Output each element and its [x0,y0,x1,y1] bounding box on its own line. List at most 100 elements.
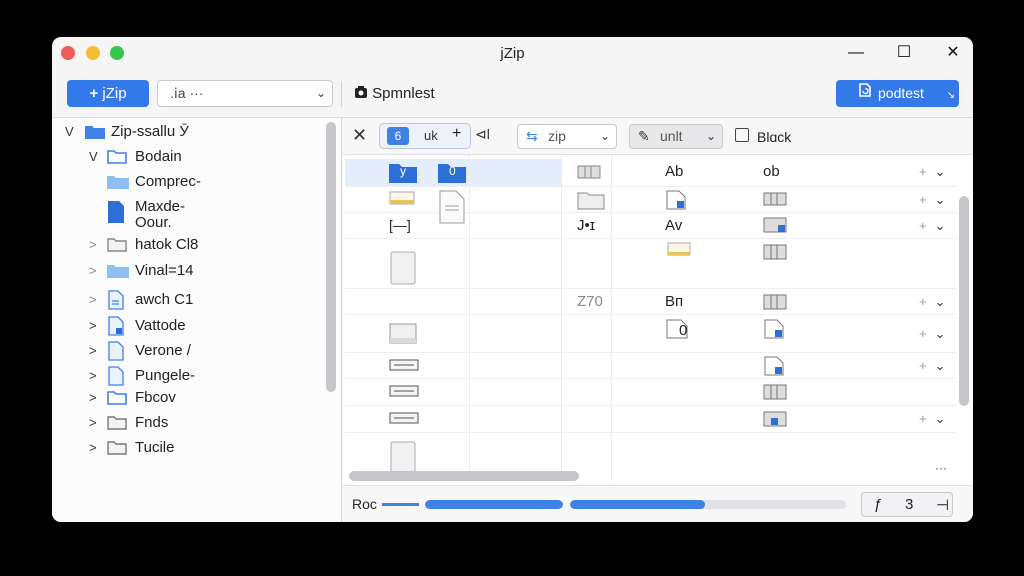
unit-dropdown[interactable]: ✎ unlt ⌄ [629,124,723,149]
folder-gray-icon [107,238,127,252]
file-icon [108,366,124,386]
more-icon[interactable]: ··· [935,461,947,475]
row-actions[interactable]: + ⌄ [919,192,946,208]
progress-fill-2 [570,500,706,509]
status-label: Roc [352,496,419,512]
black-toggle[interactable]: Blɑck [735,128,791,145]
table-row[interactable]: [—] J•ɪ Av + ⌄ [345,213,957,239]
expand-arrow-icon[interactable]: > [89,292,97,307]
table-row[interactable]: y 0 Ab ob + ⌄ [345,159,957,187]
folder-outline-icon [107,391,127,405]
progress-bar-2 [570,500,846,509]
file-icon [108,341,124,361]
row-actions[interactable]: + ⌄ [919,164,946,180]
tree-item-label: Fbcov [135,389,176,406]
expand-arrow-icon[interactable]: > [89,440,97,455]
chevron-down-icon: ⌄ [705,129,716,143]
expand-arrow-icon[interactable]: > [89,390,97,405]
corner-arrow-icon: ↘ [946,90,955,101]
tree-item-label: Vattode [135,317,186,334]
table-row[interactable]: Z70 Bп + ⌄ [345,289,957,315]
tree-item-label: Vinal=14 [135,262,194,279]
row-actions[interactable]: + ⌄ [919,411,946,427]
chevron-down-icon: ⌄ [934,218,946,233]
unit-dropdown-value: unlt [660,128,683,144]
segment-active[interactable]: 6 [387,127,409,145]
table-row[interactable] [345,239,957,289]
folder-gray-icon [107,441,127,455]
jzip-button[interactable]: + jZip [67,80,149,107]
expand-arrow-icon[interactable]: > [89,415,97,430]
archive-icon [763,294,787,310]
tree-item-label: awch C1 [135,291,194,308]
cell-text: Z70 [577,293,603,310]
podtest-button[interactable]: podtest ↘ [836,80,959,107]
row-actions[interactable]: + ⌄ [919,294,946,310]
sidebar-scrollbar[interactable] [326,122,336,392]
row-actions[interactable]: + ⌄ [919,218,946,234]
segment-label[interactable]: uk [424,128,438,143]
folder-gray-icon [107,416,127,430]
pager-number: 3 [905,496,914,513]
folder-outline-icon [107,150,127,164]
maximize-button[interactable]: ☐ [892,42,916,64]
expand-arrow-icon[interactable]: > [89,318,97,333]
file-grid: y 0 Ab ob + ⌄ + ⌄ [—] J•ɪ Av + ⌄ Z70 Bп … [343,155,973,481]
row-actions[interactable]: + ⌄ [919,326,946,342]
pager-next-button[interactable]: ⊣ [936,496,949,514]
expand-arrow-icon[interactable]: > [89,263,97,278]
expand-arrow-icon[interactable]: > [89,343,97,358]
close-icon[interactable]: ✕ [352,125,367,146]
folder-yellow-icon [389,191,415,205]
cell-text: [—] [389,217,411,233]
window-title: jZip [500,45,525,62]
tree-item-label: Zip-ssallu Ӯ [111,123,189,140]
file-icon [390,251,416,285]
archive-icon [763,192,787,206]
main-pane: ✕ 6 uk + ⊲l ⇆ zip ⌄ ✎ unlt ⌄ Blɑck y 0 A… [343,118,973,522]
close-button[interactable]: ✕ [941,42,965,64]
folder-light-icon [107,176,129,189]
toolbar-dropdown[interactable]: .ⅰa ··· ⌄ [157,80,333,107]
tree-item-label: Comprec- [135,173,201,190]
toolbar-label[interactable]: Spmnlest [354,85,435,102]
square-icon [735,128,749,142]
vertical-scrollbar[interactable] [959,196,969,406]
expand-arrow-icon[interactable]: > [89,368,97,383]
app-window: jZip — ☐ ✕ + jZip .ⅰa ··· ⌄ Spmnlest pod… [52,37,973,522]
view-segmented-control[interactable]: 6 uk + [379,123,471,149]
table-row[interactable]: 0 + ⌄ [345,315,957,353]
cell-text: ob [763,163,780,180]
cell-text: 0 [449,164,456,178]
file-blue-icon [764,319,784,339]
expand-arrow-icon[interactable]: V [65,124,74,139]
expand-arrow-icon[interactable]: V [89,149,98,164]
table-row[interactable]: + ⌄ [345,353,957,379]
row-actions[interactable]: + ⌄ [919,358,946,374]
horizontal-scrollbar[interactable] [349,471,579,481]
table-row[interactable]: + ⌄ [345,406,957,433]
tree-item-label-2: Oour. [135,214,172,231]
cell-text: J•ɪ [577,217,596,234]
zip-dropdown-value: zip [548,128,566,144]
segment-extra[interactable]: ⊲l [475,126,490,143]
cell-text: 0 [679,322,688,339]
jzip-button-label: jZip [102,85,127,102]
status-underline [382,503,419,506]
drive-icon [389,412,419,424]
cell-text: Ab [665,163,684,180]
pager-prev-button[interactable]: ƒ [874,496,882,513]
table-row[interactable]: + ⌄ [345,187,957,224]
cell-text: Bп [665,293,684,310]
file-icon [108,316,124,336]
segment-plus[interactable]: + [452,125,461,143]
folder-yellow-icon [667,242,691,256]
expand-arrow-icon[interactable]: > [89,237,97,252]
zip-dropdown[interactable]: ⇆ zip ⌄ [517,124,617,149]
progress-bar-1 [425,500,563,509]
file-blue-icon [764,356,784,376]
table-row[interactable] [345,379,957,406]
minimize-button[interactable]: — [844,42,868,64]
plus-icon: + [89,85,99,102]
document-refresh-icon [858,80,872,107]
